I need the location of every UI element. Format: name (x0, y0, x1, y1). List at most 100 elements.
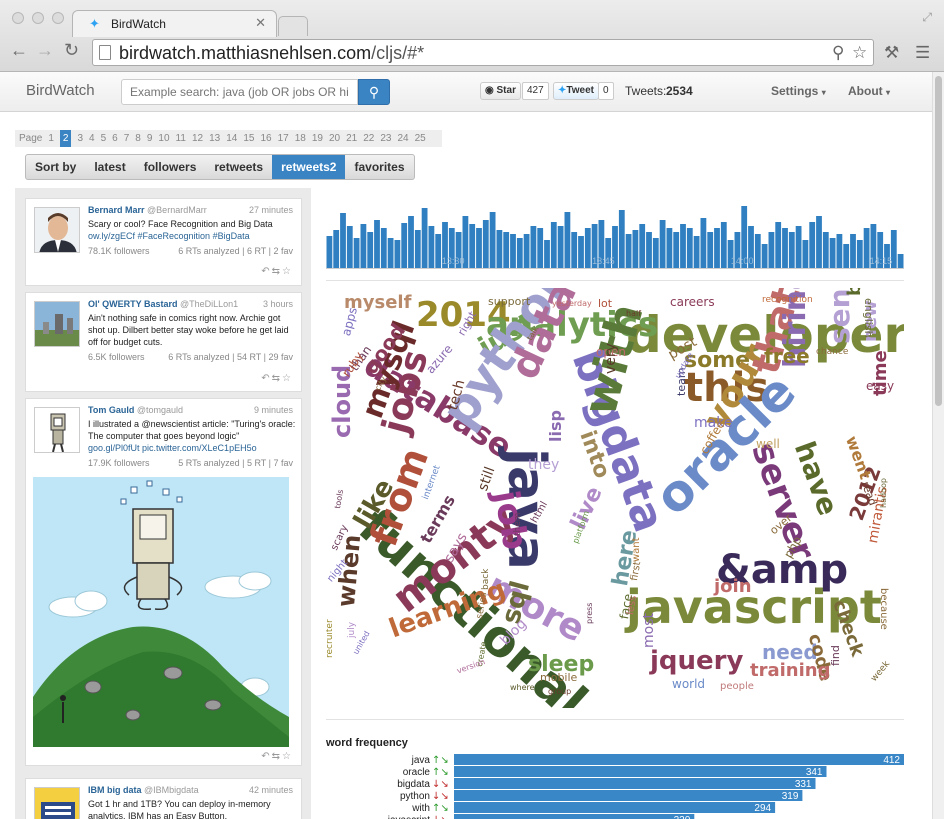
page-link[interactable]: 18 (295, 130, 306, 147)
page-link[interactable]: 4 (89, 130, 95, 147)
word-cloud-word[interactable]: well (756, 438, 780, 450)
page-link[interactable]: 2 (59, 130, 72, 147)
page-link[interactable]: 22 (363, 130, 374, 147)
favorite-icon[interactable]: ☆ (282, 266, 293, 277)
retweet-icon[interactable]: ⇆ (272, 751, 282, 762)
tweet-timeline-chart[interactable]: 13:30 13:45 14:00 14:15 (326, 186, 904, 268)
reload-icon[interactable]: ↻ (64, 40, 79, 61)
address-bar[interactable]: birdwatch.matthiasnehlsen.com/cljs/#* (92, 39, 874, 66)
search-input[interactable] (121, 79, 358, 105)
page-link[interactable]: 17 (278, 130, 289, 147)
word-cloud-word[interactable]: went (842, 433, 875, 481)
word-cloud-word[interactable]: world (672, 678, 705, 690)
word-cloud-word[interactable]: want (631, 537, 642, 562)
word-cloud-word[interactable]: still (475, 465, 498, 493)
page-scrollbar[interactable] (932, 72, 944, 819)
word-cloud-word[interactable]: recognition (762, 296, 813, 305)
word-cloud-word[interactable]: senior (823, 288, 856, 344)
tweet-author[interactable]: Tom Gauld @tomgauld (88, 405, 183, 415)
avatar[interactable] (34, 207, 80, 253)
menu-icon[interactable]: ☰ (915, 43, 930, 63)
avatar[interactable] (34, 407, 80, 453)
page-link[interactable]: 5 (101, 130, 107, 147)
word-cloud-word[interactable]: join (714, 578, 752, 596)
word-cloud-word[interactable]: first (629, 561, 643, 582)
page-link[interactable]: 3 (77, 130, 83, 147)
wrench-icon[interactable]: ⚒ (884, 43, 899, 63)
reply-icon[interactable]: ↶ (261, 751, 271, 762)
word-cloud-word[interactable]: because (878, 588, 889, 630)
settings-menu[interactable]: Settings ▾ (771, 84, 826, 98)
bookmark-star-icon[interactable]: ☆ (852, 43, 867, 63)
scroll-thumb[interactable] (935, 76, 942, 406)
word-cloud-word[interactable]: azure (423, 342, 455, 377)
page-link[interactable]: 1 (48, 130, 54, 147)
fullscreen-icon[interactable]: ⤢ (922, 10, 932, 25)
page-link[interactable]: 13 (209, 130, 220, 147)
forward-arrow-icon[interactable]: → (36, 40, 54, 61)
page-link[interactable]: 15 (243, 130, 254, 147)
word-cloud-word[interactable]: find (829, 645, 842, 666)
word-cloud-word[interactable]: week (869, 659, 892, 684)
word-cloud-word[interactable]: english (862, 298, 875, 338)
word-cloud-word[interactable]: hadoop (879, 478, 888, 508)
word-cloud-word[interactable]: chance (816, 348, 848, 357)
close-icon[interactable]: ✕ (255, 15, 266, 31)
search-button[interactable]: ⚲ (358, 79, 390, 105)
page-link[interactable]: 21 (346, 130, 357, 147)
page-link[interactable]: 25 (415, 130, 426, 147)
word-cloud-word[interactable]: people (720, 682, 754, 692)
page-link[interactable]: 24 (397, 130, 408, 147)
github-star-button[interactable]: ◉ Star (480, 82, 521, 100)
tweet-author[interactable]: Bernard Marr @BernardMarr (88, 205, 207, 215)
word-cloud-word[interactable]: lot (598, 298, 612, 309)
word-cloud-word[interactable]: free (764, 346, 810, 366)
word-cloud-word[interactable]: apps (339, 306, 360, 337)
page-link[interactable]: 6 (112, 130, 118, 147)
retweet-icon[interactable]: ⇆ (272, 373, 282, 384)
page-link[interactable]: 8 (135, 130, 141, 147)
word-cloud-word[interactable]: they (528, 458, 559, 472)
tweet-button[interactable]: ✦Tweet (553, 82, 599, 100)
page-link[interactable]: 14 (226, 130, 237, 147)
reply-icon[interactable]: ↶ (261, 373, 271, 384)
word-cloud-word[interactable]: live (566, 483, 607, 534)
word-cloud-word[interactable]: support (488, 296, 530, 307)
word-cloud-word[interactable]: where (510, 684, 535, 692)
search-engine-icon[interactable]: ⚲ (832, 43, 844, 63)
word-cloud-word[interactable]: press (585, 603, 594, 624)
page-link[interactable]: 11 (176, 130, 186, 147)
avatar[interactable] (34, 787, 80, 819)
word-cloud-word[interactable]: careers (670, 296, 715, 308)
word-cloud-word[interactable]: job (486, 487, 536, 552)
word-cloud-word[interactable]: recruiter (326, 619, 335, 658)
word-cloud-word[interactable]: most (641, 613, 657, 648)
page-link[interactable]: 9 (147, 130, 153, 147)
page-link[interactable]: 7 (124, 130, 130, 147)
window-minimize-button[interactable] (32, 12, 44, 24)
about-menu[interactable]: About ▾ (848, 84, 890, 98)
page-link[interactable]: 16 (260, 130, 271, 147)
page-link[interactable]: 10 (158, 130, 169, 147)
tweet-link[interactable]: goo.gl/Pl0fUt pic.twitter.com/XLeC1pEH5o (88, 443, 257, 453)
word-cloud-word[interactable]: jquery (650, 648, 743, 674)
brand-title[interactable]: BirdWatch (26, 82, 95, 99)
word-cloud-word[interactable]: them (513, 512, 523, 536)
word-cloud-word[interactable]: back (481, 569, 491, 590)
word-cloud-word[interactable]: july (347, 622, 357, 638)
favorite-icon[interactable]: ☆ (282, 751, 293, 762)
word-cloud-word[interactable]: yesterday (552, 300, 592, 308)
tweet-link[interactable]: ow.ly/zgECf #FaceRecognition #BigData (88, 231, 250, 241)
tweet-author[interactable]: Ol' QWERTY Bastard @TheDiLLon1 (88, 299, 238, 309)
word-cloud-word[interactable]: mobile (540, 672, 577, 683)
page-link[interactable]: 19 (312, 130, 323, 147)
new-tab-button[interactable] (278, 16, 308, 36)
tweet-author[interactable]: IBM big data @IBMbigdata (88, 785, 199, 795)
word-cloud-word[interactable]: tools (333, 489, 345, 510)
window-zoom-button[interactable] (52, 12, 64, 24)
word-cloud-word[interactable]: easy (866, 380, 894, 392)
word-cloud-word[interactable]: very (603, 343, 619, 374)
sort-option-retweets[interactable]: retweets (205, 155, 272, 179)
word-cloud-word[interactable]: training (750, 662, 830, 680)
page-link[interactable]: 12 (192, 130, 203, 147)
